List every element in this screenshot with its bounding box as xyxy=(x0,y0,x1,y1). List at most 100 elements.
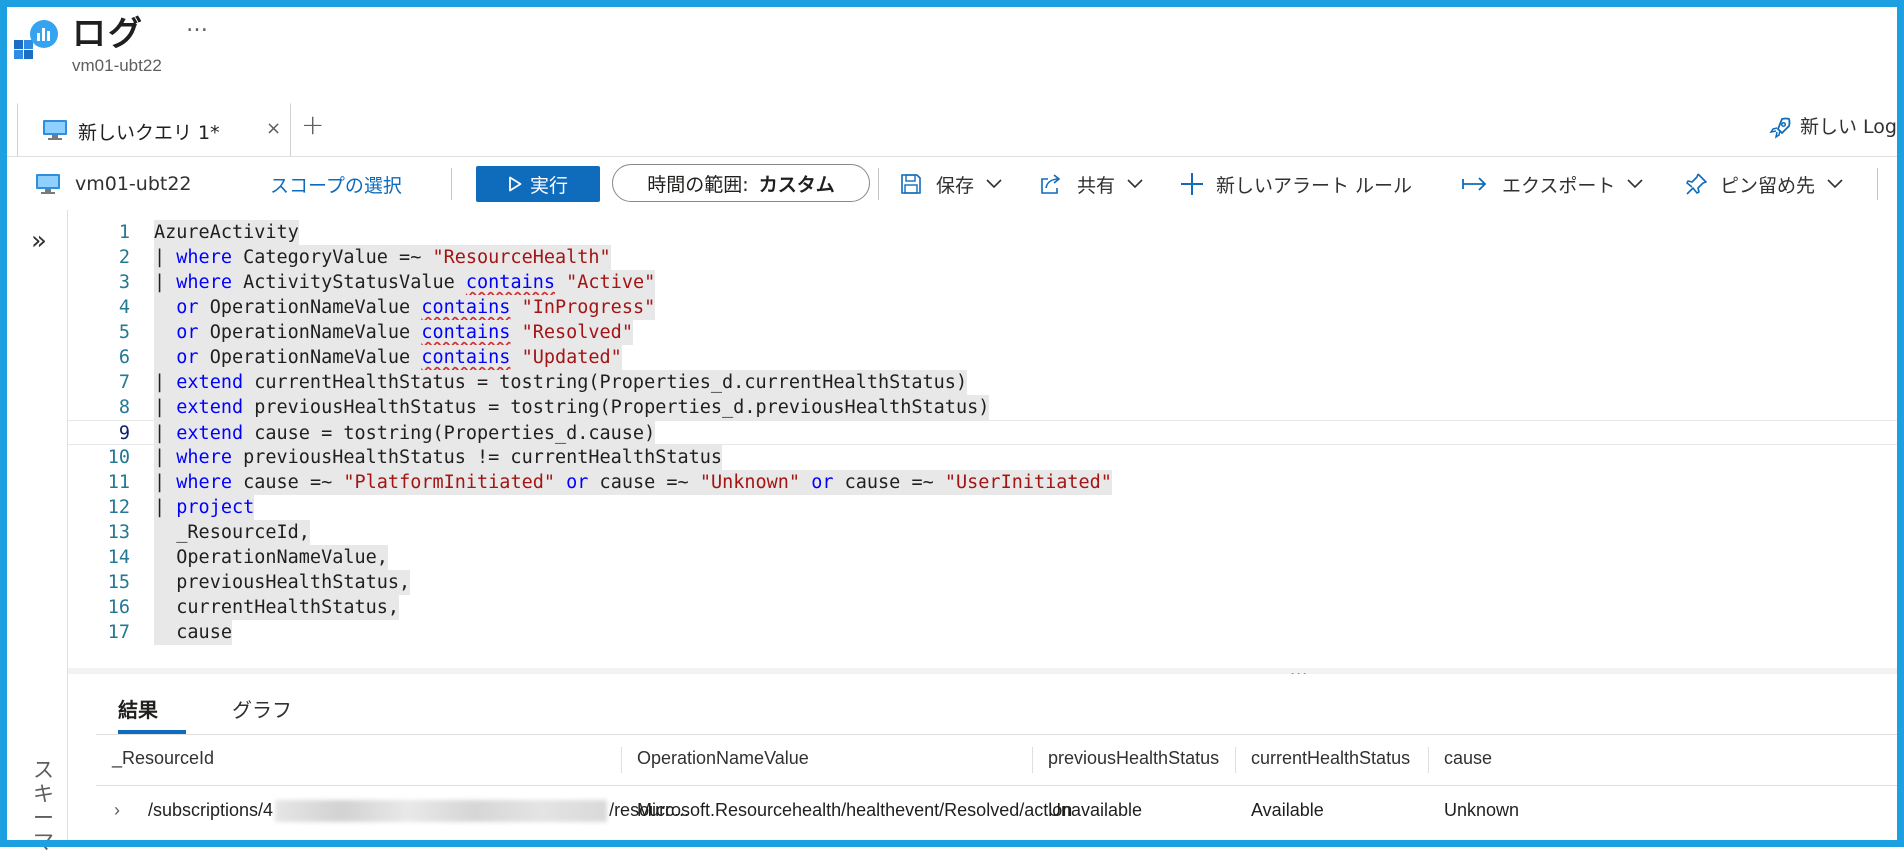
save-icon xyxy=(901,174,921,194)
line-number: 7 xyxy=(118,372,130,393)
new-alert-rule-button[interactable]: 新しいアラート ルール xyxy=(1180,158,1412,210)
redacted-subscription-id xyxy=(275,800,608,823)
line-number: 16 xyxy=(107,597,130,618)
line-number: 12 xyxy=(107,497,130,518)
scope-name: vm01-ubt22 xyxy=(75,173,192,195)
code-text: | extend currentHealthStatus = tostring(… xyxy=(154,370,968,395)
code-text: | extend previousHealthStatus = tostring… xyxy=(154,395,990,420)
code-text: currentHealthStatus, xyxy=(154,595,400,620)
export-button[interactable]: エクスポート xyxy=(1462,158,1644,210)
code-text: or OperationNameValue contains "Resolved… xyxy=(154,320,633,345)
resource-id-cell: /subscriptions/4/resourc... xyxy=(148,800,689,823)
share-icon xyxy=(1041,174,1061,194)
column-header[interactable]: cause xyxy=(1444,748,1492,769)
time-range-button[interactable]: 時間の範囲: カスタム xyxy=(612,164,870,202)
code-line-current: 9 | extend cause = tostring(Properties_d… xyxy=(68,420,1897,446)
time-range-value: カスタム xyxy=(758,173,835,196)
toolbar-divider xyxy=(878,168,879,200)
schema-rail: » スキーマ xyxy=(7,210,68,854)
expand-panel-button[interactable]: » xyxy=(31,226,47,256)
code-line: 2 | where CategoryValue =~ "ResourceHeal… xyxy=(68,245,1897,270)
page-title: ログ xyxy=(72,14,144,54)
line-number: 1 xyxy=(118,222,130,243)
add-tab-button[interactable]: + xyxy=(301,108,324,141)
plus-icon xyxy=(1181,173,1203,195)
table-row[interactable]: › /subscriptions/4/resourc... Microsoft.… xyxy=(96,786,1897,836)
toolbar-divider xyxy=(451,168,452,200)
current-health-cell: Available xyxy=(1251,800,1324,820)
line-number: 10 xyxy=(107,447,130,468)
export-arrow-icon xyxy=(1462,177,1487,191)
code-text: | where cause =~ "PlatformInitiated" or … xyxy=(154,470,1112,495)
line-number: 5 xyxy=(118,322,130,343)
code-text: | project xyxy=(154,495,255,520)
select-scope-link[interactable]: スコープの選択 xyxy=(270,158,402,210)
code-text: OperationNameValue, xyxy=(154,545,388,570)
query-tab-bar: 新しいクエリ 1* × + 新しい Log xyxy=(7,100,1897,157)
monitor-icon xyxy=(36,174,60,194)
code-line: 14 OperationNameValue, xyxy=(68,545,1897,570)
cause-cell: Unknown xyxy=(1444,800,1520,820)
new-alert-rule-label: 新しいアラート ルール xyxy=(1216,174,1413,197)
chevron-down-icon xyxy=(1627,179,1644,189)
line-number: 3 xyxy=(118,272,130,293)
share-button[interactable]: 共有 xyxy=(1039,158,1143,210)
line-number: 14 xyxy=(107,547,130,568)
column-header[interactable]: OperationNameValue xyxy=(637,748,809,769)
query-tab-label: 新しいクエリ 1* xyxy=(78,122,220,144)
line-number: 9 xyxy=(118,423,130,444)
tab-results[interactable]: 結果 xyxy=(118,694,158,723)
column-header[interactable]: _ResourceId xyxy=(112,748,214,769)
chevron-down-icon xyxy=(1127,179,1143,189)
results-table: _ResourceId OperationNameValue previousH… xyxy=(96,734,1897,836)
play-icon xyxy=(509,176,522,192)
new-logs-button[interactable]: 新しい Log xyxy=(1768,112,1897,140)
code-text: previousHealthStatus, xyxy=(154,570,411,595)
column-header[interactable]: currentHealthStatus xyxy=(1251,748,1410,769)
results-pane: 結果 グラフ _ResourceId OperationNameValue pr… xyxy=(68,674,1897,840)
code-line: 6 or OperationNameValue contains "Update… xyxy=(68,345,1897,370)
monitor-icon xyxy=(43,120,67,140)
tab-chart[interactable]: グラフ xyxy=(232,694,292,723)
more-options-button[interactable]: … xyxy=(186,12,209,37)
code-line: 12 | project xyxy=(68,495,1897,520)
expand-row-chevron-icon[interactable]: › xyxy=(114,800,120,821)
code-line: 13 _ResourceId, xyxy=(68,520,1897,545)
query-editor[interactable]: 1 AzureActivity 2 | where CategoryValue … xyxy=(68,210,1897,674)
line-number: 11 xyxy=(107,472,130,493)
code-text: or OperationNameValue contains "InProgre… xyxy=(154,295,656,320)
column-divider xyxy=(1428,747,1429,773)
query-tab[interactable]: 新しいクエリ 1* × xyxy=(17,102,291,156)
line-number: 6 xyxy=(118,347,130,368)
code-text: | where ActivityStatusValue contains "Ac… xyxy=(154,270,656,295)
pin-to-button[interactable]: ピン留め先 xyxy=(1684,158,1843,210)
scope-display: vm01-ubt22 xyxy=(35,158,192,210)
code-line: 11 | where cause =~ "PlatformInitiated" … xyxy=(68,470,1897,495)
code-text: | where CategoryValue =~ "ResourceHealth… xyxy=(154,245,611,270)
column-divider xyxy=(621,747,622,773)
line-number: 15 xyxy=(107,572,130,593)
previous-health-cell: Unavailable xyxy=(1048,800,1143,820)
line-number: 17 xyxy=(107,622,130,643)
pin-icon xyxy=(1686,173,1707,195)
code-line: 7 | extend currentHealthStatus = tostrin… xyxy=(68,370,1897,395)
schema-label[interactable]: スキーマ xyxy=(33,758,57,854)
share-label: 共有 xyxy=(1077,174,1116,197)
run-button[interactable]: 実行 xyxy=(476,166,600,202)
log-analytics-logo xyxy=(14,20,58,59)
close-icon[interactable]: × xyxy=(266,118,281,139)
save-button[interactable]: 保存 xyxy=(900,158,1002,210)
line-number: 8 xyxy=(118,397,130,418)
code-line: 16 currentHealthStatus, xyxy=(68,595,1897,620)
column-divider xyxy=(1235,747,1236,773)
code-text: cause xyxy=(154,620,232,645)
code-line: 4 or OperationNameValue contains "InProg… xyxy=(68,295,1897,320)
code-line: 8 | extend previousHealthStatus = tostri… xyxy=(68,395,1897,420)
code-text: | extend cause = tostring(Properties_d.c… xyxy=(154,421,656,446)
code-text: AzureActivity xyxy=(154,220,299,245)
code-line: 10 | where previousHealthStatus != curre… xyxy=(68,445,1897,470)
page-subtitle: vm01-ubt22 xyxy=(72,56,162,75)
column-header[interactable]: previousHealthStatus xyxy=(1048,748,1219,769)
query-toolbar: vm01-ubt22 スコープの選択 実行 時間の範囲: カスタム 保存 共有 xyxy=(7,158,1897,211)
export-label: エクスポート xyxy=(1502,174,1616,197)
